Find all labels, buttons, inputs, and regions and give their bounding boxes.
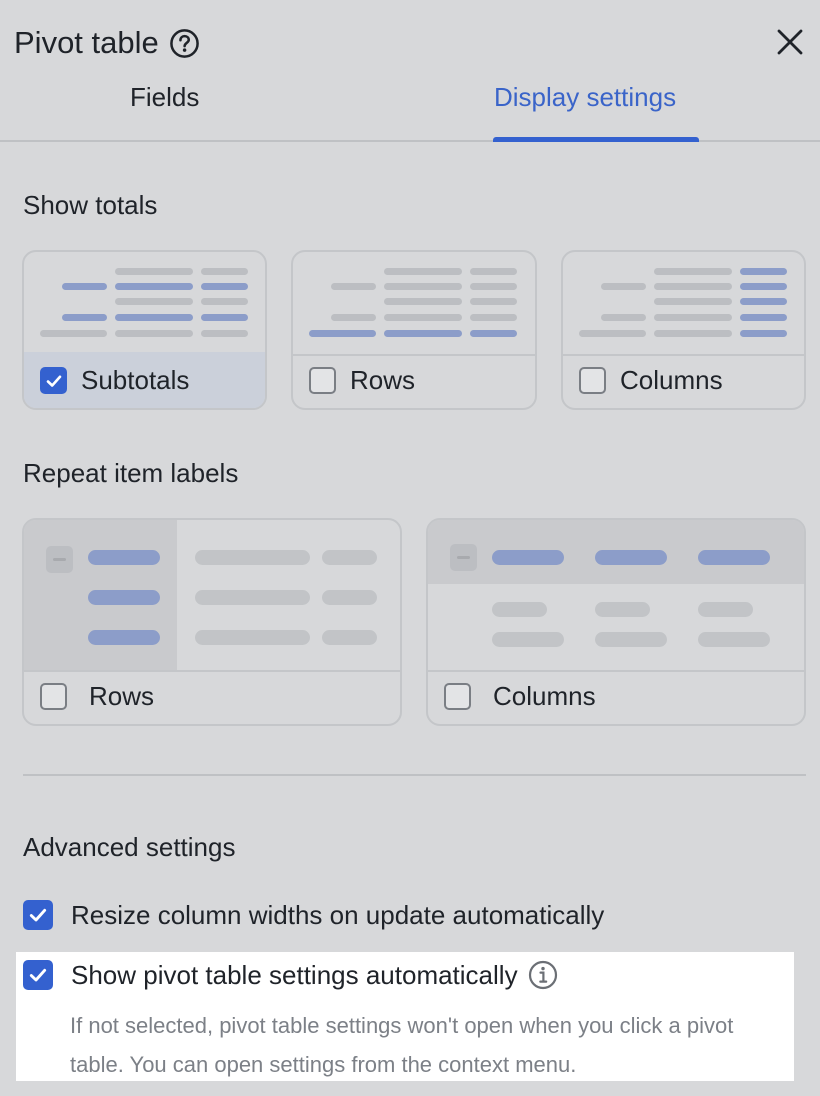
show-settings-description: If not selected, pivot table settings wo… bbox=[70, 1013, 734, 1077]
totals-rows-checkbox[interactable] bbox=[309, 366, 336, 394]
show-totals-heading: Show totals bbox=[23, 190, 158, 220]
tab-fields[interactable]: Fields bbox=[130, 80, 199, 114]
totals-rows-option[interactable]: Rows bbox=[291, 250, 537, 410]
repeat-rows-checkbox[interactable] bbox=[40, 682, 67, 710]
subtotals-checkbox[interactable] bbox=[40, 366, 67, 394]
repeat-columns-option[interactable]: Columns bbox=[426, 518, 806, 726]
repeat-rows-label: Rows bbox=[89, 681, 155, 711]
question-circle-icon[interactable] bbox=[169, 28, 200, 59]
totals-columns-preview bbox=[563, 252, 804, 356]
subtotals-preview bbox=[24, 252, 265, 356]
totals-columns-checkbox[interactable] bbox=[579, 366, 606, 394]
totals-columns-option[interactable]: Columns bbox=[561, 250, 806, 410]
panel-header: Pivot table bbox=[14, 24, 200, 62]
resize-columns-label: Resize column widths on update automatic… bbox=[71, 900, 605, 930]
subtotals-option[interactable]: Subtotals bbox=[22, 250, 267, 410]
advanced-settings-heading: Advanced settings bbox=[23, 832, 236, 862]
repeat-columns-preview bbox=[428, 520, 804, 672]
tab-display-settings[interactable]: Display settings bbox=[494, 80, 676, 114]
resize-columns-row[interactable]: Resize column widths on update automatic… bbox=[23, 898, 604, 932]
info-icon[interactable] bbox=[528, 960, 558, 990]
show-settings-checkbox[interactable] bbox=[23, 960, 53, 990]
panel-title: Pivot table bbox=[14, 25, 159, 60]
show-settings-label: Show pivot table settings automatically bbox=[71, 960, 518, 990]
repeat-columns-label: Columns bbox=[493, 681, 596, 711]
repeat-labels-heading: Repeat item labels bbox=[23, 458, 239, 488]
active-tab-indicator bbox=[493, 137, 699, 142]
subtotals-label: Subtotals bbox=[81, 365, 190, 395]
repeat-rows-option[interactable]: Rows bbox=[22, 518, 402, 726]
section-divider bbox=[23, 774, 806, 776]
totals-rows-label: Rows bbox=[350, 365, 416, 395]
totals-columns-label: Columns bbox=[620, 365, 723, 395]
tab-bar: Fields Display settings bbox=[0, 76, 820, 142]
repeat-rows-preview bbox=[24, 520, 400, 672]
show-settings-row[interactable]: Show pivot table settings automatically bbox=[23, 958, 558, 992]
totals-rows-preview bbox=[293, 252, 535, 356]
close-icon[interactable] bbox=[776, 28, 804, 56]
resize-columns-checkbox[interactable] bbox=[23, 900, 53, 930]
repeat-columns-checkbox[interactable] bbox=[444, 682, 471, 710]
pivot-table-panel: Pivot table Fields Display settings Show… bbox=[0, 0, 820, 1096]
